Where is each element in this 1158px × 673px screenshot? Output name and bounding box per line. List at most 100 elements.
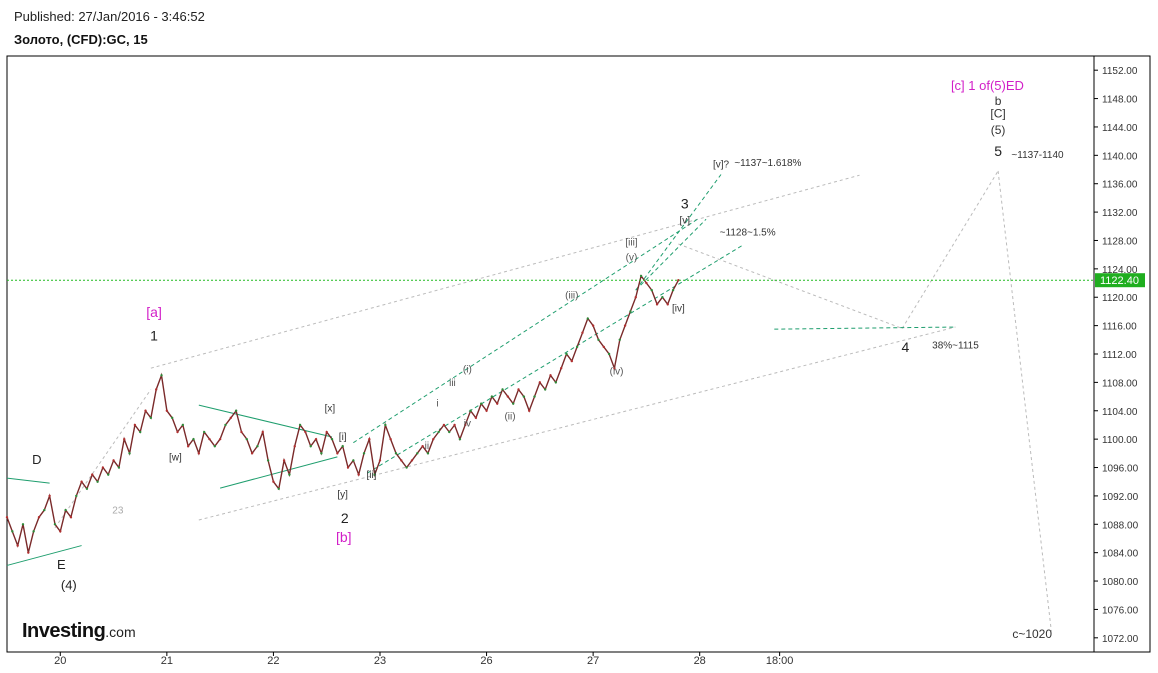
price-point <box>501 388 504 391</box>
price-point <box>112 459 115 462</box>
price-point <box>186 445 190 448</box>
price-point <box>490 395 494 398</box>
wave-label: ~1137-1140 <box>1011 150 1064 161</box>
price-point <box>581 331 584 334</box>
wave-label: 5 <box>994 143 1002 159</box>
wave-label: [v]? <box>713 159 730 170</box>
price-point <box>282 459 286 462</box>
price-point <box>384 423 387 427</box>
price-point <box>336 452 339 455</box>
wave-label: D <box>32 452 41 467</box>
price-point <box>522 395 526 398</box>
price-point <box>378 459 382 462</box>
price-point <box>144 409 147 412</box>
projection-line-5 <box>54 389 152 529</box>
price-point <box>176 430 179 434</box>
price-point <box>661 296 664 299</box>
price-point <box>426 452 430 455</box>
price-point <box>293 445 296 448</box>
price-point <box>128 452 131 455</box>
y-tick-label: 1096.00 <box>1102 464 1139 475</box>
price-point <box>5 515 9 519</box>
x-tick-label: 28 <box>694 655 706 667</box>
price-point <box>506 395 510 398</box>
price-point <box>320 452 323 455</box>
y-tick-label: 1072.00 <box>1102 634 1139 645</box>
price-point <box>192 437 195 441</box>
plot-frame <box>6 55 1151 653</box>
price-point <box>618 338 621 342</box>
price-point <box>400 459 403 462</box>
price-point <box>11 530 14 533</box>
y-tick-label: 1080.00 <box>1102 577 1139 588</box>
y-tick-label: 1104.00 <box>1102 407 1138 418</box>
trend-line-5 <box>366 245 743 474</box>
y-tick-label: 1136.00 <box>1102 180 1138 191</box>
wave-label: [iv] <box>672 303 685 314</box>
y-tick-label: 1140.00 <box>1102 151 1138 162</box>
wave-label: 4 <box>901 339 909 355</box>
price-point <box>277 487 280 491</box>
price-point <box>655 303 659 306</box>
price-point <box>527 409 531 412</box>
price-chart[interactable]: 1122.40 1072.00 1076.00 1080.00 1084.00 1088… <box>0 0 1158 673</box>
x-tick-label: 20 <box>54 655 66 667</box>
price-point <box>80 480 83 483</box>
wave-annotations: [c] 1 of(5)EDb[C](5)5 ~1137-1140[v]? ~1137… <box>32 78 1064 641</box>
wave-label: [y] <box>337 489 348 500</box>
price-point <box>607 352 611 356</box>
price-point <box>586 317 589 320</box>
wave-label: [b] <box>336 529 352 545</box>
price-point <box>389 437 392 441</box>
price-point <box>256 445 259 448</box>
price-point <box>554 381 558 384</box>
y-tick-label: 1108.00 <box>1102 378 1138 389</box>
price-point <box>266 459 270 462</box>
price-point <box>421 445 424 448</box>
wave-label: [ii] <box>366 470 376 481</box>
y-axis: 1072.00 1076.00 1080.00 1084.00 1088.00 1092.… <box>1094 66 1139 645</box>
price-point <box>362 452 366 455</box>
y-tick-label: 1076.00 <box>1102 605 1139 616</box>
projection-line-3 <box>901 170 999 329</box>
price-point <box>304 430 307 434</box>
x-axis: 20 21 22 23 26 27 28 18:00 <box>54 652 793 667</box>
price-point <box>101 466 105 469</box>
price-point <box>416 452 419 455</box>
price-point <box>43 508 46 512</box>
wave-label: E <box>57 557 66 572</box>
price-point <box>117 466 121 469</box>
price-point <box>405 466 408 469</box>
price-point <box>453 423 456 427</box>
price-point <box>261 430 264 434</box>
price-point <box>37 515 41 519</box>
price-point <box>437 430 440 434</box>
price-point <box>208 437 211 441</box>
wave-label: c~1020 <box>1012 627 1052 641</box>
wave-label: (iii) <box>565 291 578 302</box>
price-point <box>341 445 344 448</box>
wave-label: [C] <box>990 107 1005 121</box>
price-point <box>245 437 248 441</box>
price-point <box>123 437 126 441</box>
investing-logo: Investing.com <box>22 620 136 643</box>
price-point <box>448 430 451 434</box>
x-tick-label: 27 <box>587 655 599 667</box>
price-point <box>330 437 334 441</box>
y-tick-label: 1128.00 <box>1102 236 1138 247</box>
price-point <box>474 416 478 420</box>
price-point <box>21 523 25 526</box>
y-tick-label: 1120.00 <box>1102 293 1138 304</box>
price-point <box>250 452 254 455</box>
price-point <box>357 473 360 476</box>
price-point <box>623 324 627 327</box>
price-point <box>272 480 275 483</box>
wave-label: ~1128~1.5% <box>720 228 776 239</box>
price-point <box>533 395 536 398</box>
price-point <box>154 388 158 391</box>
price-point <box>469 409 472 412</box>
price-point <box>149 416 153 420</box>
price-point <box>629 310 632 313</box>
wave-projection-lines <box>54 170 1052 632</box>
price-point <box>107 473 110 476</box>
